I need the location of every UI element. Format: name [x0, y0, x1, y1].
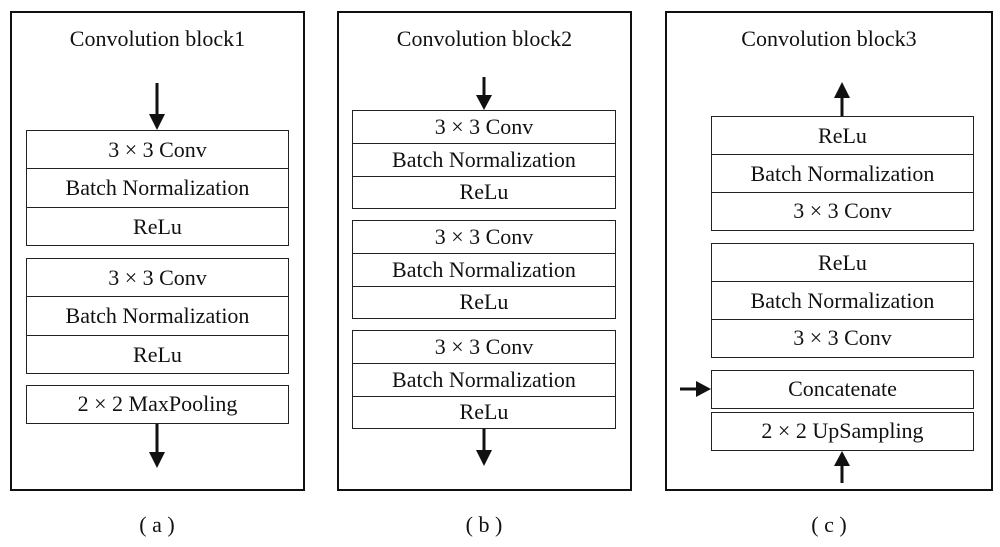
layer-conv3x3: 3 × 3 Conv: [353, 331, 615, 364]
layer-batch-normalization: Batch Normalization: [27, 169, 288, 208]
layer-group-1: 3 × 3 Conv Batch Normalization ReLu: [352, 110, 616, 209]
layer-conv3x3: 3 × 3 Conv: [353, 221, 615, 254]
layer-relu: ReLu: [133, 341, 182, 367]
layer-conv3x3: 3 × 3 Conv: [793, 198, 892, 223]
layer-relu: ReLu: [712, 117, 973, 155]
layer-conv3x3: 3 × 3 Conv: [27, 131, 288, 169]
layer-relu: ReLu: [712, 244, 973, 282]
layer-upsampling-label: 2 × 2 UpSampling: [761, 418, 924, 443]
layer-batch-normalization: Batch Normalization: [353, 254, 615, 287]
layer-concatenate-label: Concatenate: [788, 376, 897, 401]
layer-relu: ReLu: [459, 399, 509, 424]
caption-a: ( a ): [139, 512, 175, 537]
layer-batch-normalization: Batch Normalization: [712, 282, 973, 320]
layer-batch-normalization: Batch Normalization: [712, 155, 973, 193]
layer-maxpooling-label: 2 × 2 MaxPooling: [77, 391, 238, 416]
layer-group-2: ReLu Batch Normalization 3 × 3 Conv: [711, 243, 974, 358]
layer-group-3: 3 × 3 Conv Batch Normalization ReLu: [352, 330, 616, 429]
layer-maxpooling: 2 × 2 MaxPooling: [26, 385, 289, 424]
layer-batch-normalization: Batch Normalization: [27, 297, 288, 336]
caption-b: ( b ): [465, 512, 503, 537]
panel-title: Convolution block3: [741, 26, 917, 51]
layer-batch-normalization: Batch Normalization: [353, 364, 615, 397]
layer-concatenate: Concatenate: [711, 370, 974, 409]
layer-group-1: 3 × 3 Conv Batch Normalization ReLu: [26, 130, 289, 246]
layer-batch-normalization: Batch Normalization: [353, 144, 615, 177]
layer-group-1: ReLu Batch Normalization 3 × 3 Conv: [711, 116, 974, 231]
caption-c: ( c ): [811, 512, 847, 537]
layer-group-2: 3 × 3 Conv Batch Normalization ReLu: [26, 258, 289, 374]
layer-upsampling: 2 × 2 UpSampling: [711, 412, 974, 451]
panel-title: Convolution block1: [69, 26, 246, 51]
layer-relu: ReLu: [459, 179, 509, 204]
layer-conv3x3: 3 × 3 Conv: [353, 111, 615, 144]
layer-group-2: 3 × 3 Conv Batch Normalization ReLu: [352, 220, 616, 319]
layer-relu: ReLu: [133, 213, 182, 239]
layer-relu: ReLu: [459, 289, 509, 314]
panel-title: Convolution block2: [396, 26, 573, 51]
layer-conv3x3: 3 × 3 Conv: [793, 325, 892, 350]
layer-conv3x3: 3 × 3 Conv: [27, 259, 288, 297]
